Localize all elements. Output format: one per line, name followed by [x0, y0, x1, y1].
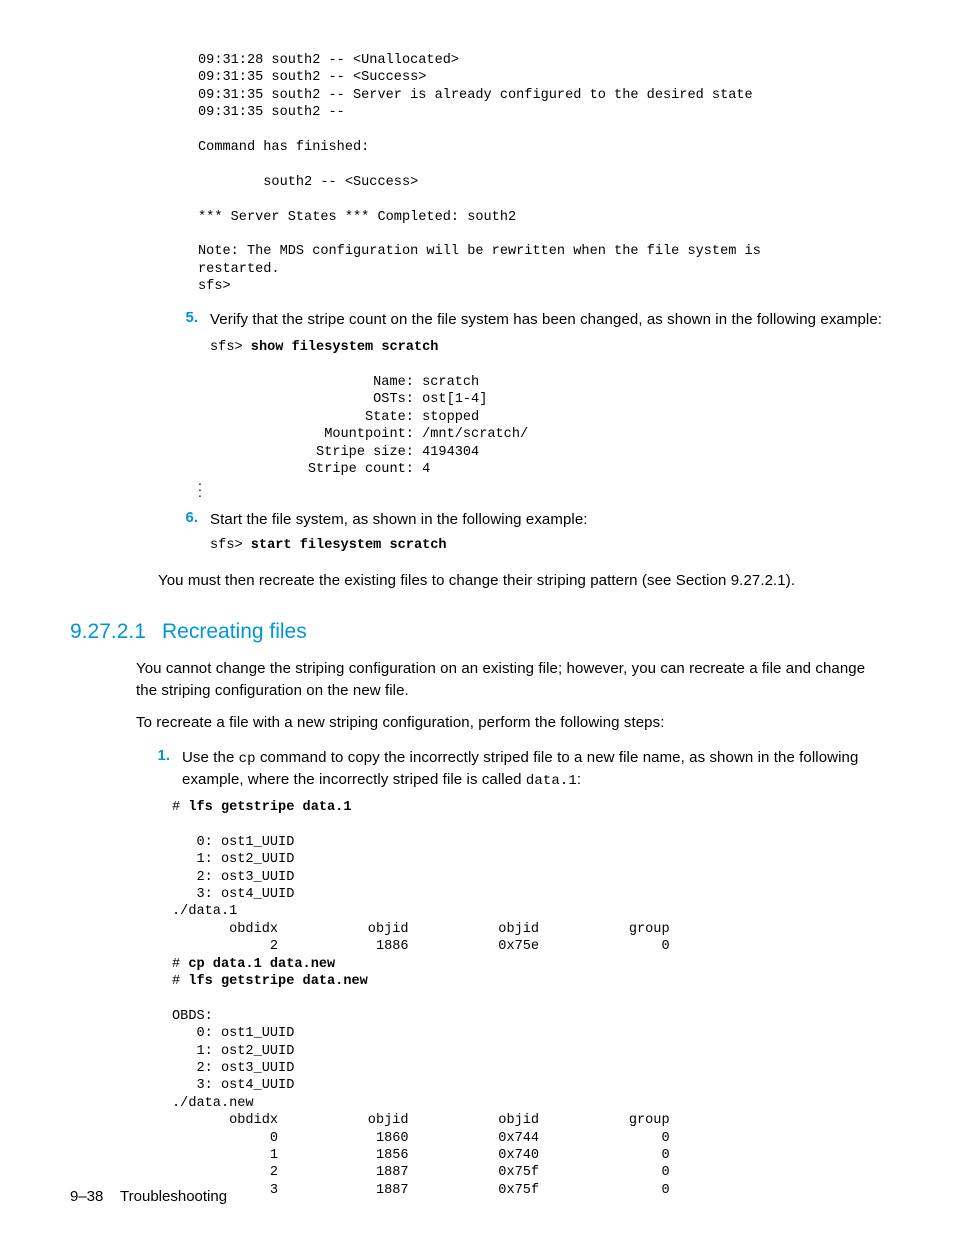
step-text: Verify that the stripe count on the file… — [210, 309, 884, 331]
output: 0: ost1_UUID 1: ost2_UUID 2: ost3_UUID 3… — [172, 835, 670, 972]
section-heading: 9.27.2.1 Recreating files — [70, 620, 884, 644]
paragraph: You cannot change the striping configura… — [136, 658, 884, 702]
page-footer: 9–38 Troubleshooting — [70, 1188, 227, 1205]
command: start filesystem scratch — [251, 538, 447, 553]
paragraph: To recreate a file with a new striping c… — [136, 712, 884, 734]
step-body: Verify that the stripe count on the file… — [210, 309, 884, 478]
page-number: 9–38 — [70, 1188, 103, 1205]
chapter-label: Troubleshooting — [120, 1188, 227, 1205]
code-block-example: # lfs getstripe data.1 0: ost1_UUID 1: o… — [172, 799, 884, 1199]
vertical-ellipsis: ... — [198, 478, 884, 495]
page: 09:31:28 south2 -- <Unallocated> 09:31:3… — [0, 0, 954, 1239]
step-1: 1. Use the cp command to copy the incorr… — [130, 747, 884, 791]
prompt: sfs> — [210, 538, 251, 553]
code-line: sfs> start filesystem scratch — [210, 537, 884, 554]
code-output: Name: scratch OSTs: ost[1-4] State: stop… — [210, 357, 884, 479]
step-6: 6. Start the file system, as shown in th… — [158, 509, 884, 554]
command: lfs getstripe data.new — [188, 974, 367, 989]
inline-code: cp — [239, 751, 256, 767]
command: show filesystem scratch — [251, 340, 439, 355]
command: lfs getstripe data.1 — [188, 800, 351, 815]
closing-paragraph: You must then recreate the existing file… — [158, 570, 884, 592]
output: # — [172, 974, 188, 989]
code-block-log: 09:31:28 south2 -- <Unallocated> 09:31:3… — [198, 52, 884, 295]
step-5: 5. Verify that the stripe count on the f… — [158, 309, 884, 478]
step-body: Use the cp command to copy the incorrect… — [182, 747, 884, 791]
step-text: Use the cp command to copy the incorrect… — [182, 747, 884, 791]
prompt: sfs> — [210, 340, 251, 355]
step-number: 6. — [158, 509, 210, 554]
step-number: 1. — [130, 747, 182, 791]
step-body: Start the file system, as shown in the f… — [210, 509, 884, 554]
step-text: Start the file system, as shown in the f… — [210, 509, 884, 531]
step-number: 5. — [158, 309, 210, 478]
section-title: Recreating files — [162, 620, 307, 644]
code-line: sfs> show filesystem scratch — [210, 339, 884, 356]
inline-code: data.1 — [526, 773, 577, 789]
prompt: # — [172, 800, 188, 815]
section-number: 9.27.2.1 — [70, 620, 162, 644]
output: OBDS: 0: ost1_UUID 1: ost2_UUID 2: ost3_… — [172, 1009, 670, 1198]
command: cp data.1 data.new — [188, 957, 335, 972]
